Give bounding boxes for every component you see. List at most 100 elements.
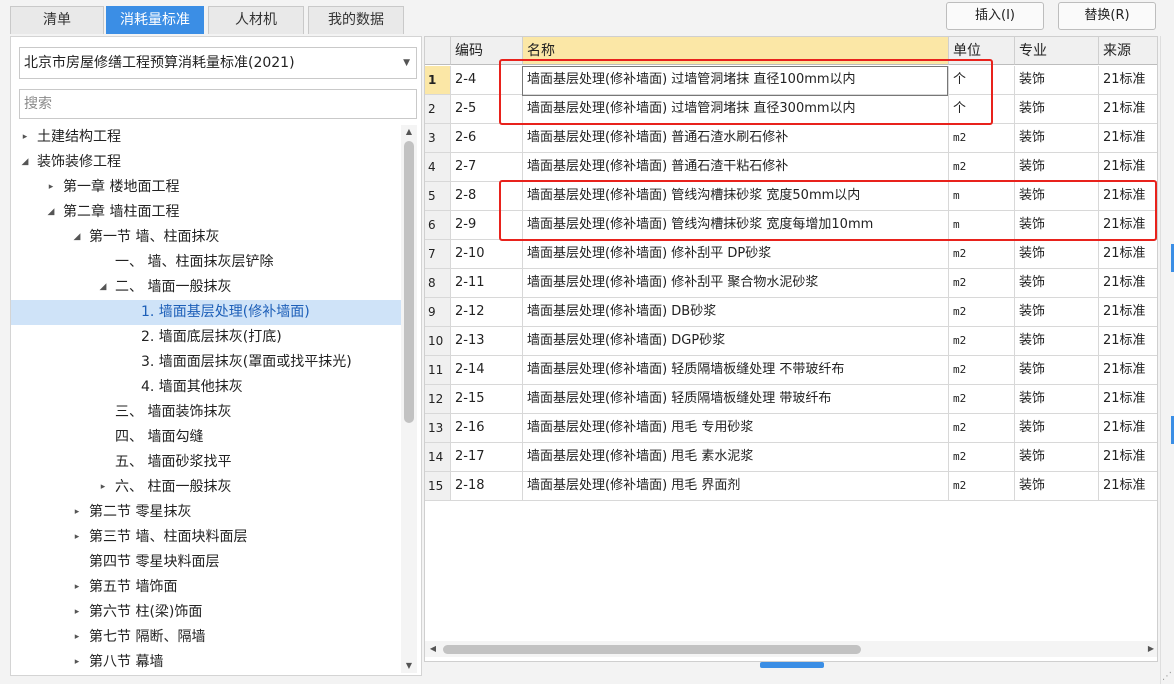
tree-node[interactable]: 四、 墙面勾缝 xyxy=(11,425,401,450)
row-number[interactable]: 8 xyxy=(425,269,451,298)
expanded-arrow-icon[interactable]: ◢ xyxy=(97,275,109,300)
row-number[interactable]: 1 xyxy=(425,66,451,95)
row-number[interactable]: 7 xyxy=(425,240,451,269)
source-cell[interactable]: 21标准 xyxy=(1099,327,1157,356)
code-cell[interactable]: 2-14 xyxy=(451,356,523,385)
name-cell[interactable]: 墙面基层处理(修补墙面) 轻质隔墙板缝处理 带玻纤布 xyxy=(523,385,949,414)
major-cell[interactable]: 装饰 xyxy=(1015,443,1099,472)
major-cell[interactable]: 装饰 xyxy=(1015,95,1099,124)
name-cell[interactable]: 墙面基层处理(修补墙面) 修补刮平 聚合物水泥砂浆 xyxy=(523,269,949,298)
tree-node[interactable]: 1. 墙面基层处理(修补墙面) xyxy=(11,300,401,325)
tree-node[interactable]: ◢ 第二章 墙柱面工程 xyxy=(11,200,401,225)
code-cell[interactable]: 2-10 xyxy=(451,240,523,269)
search-input[interactable] xyxy=(19,89,417,119)
name-cell[interactable]: 墙面基层处理(修补墙面) 修补刮平 DP砂浆 xyxy=(523,240,949,269)
row-number[interactable]: 3 xyxy=(425,124,451,153)
expanded-arrow-icon[interactable]: ◢ xyxy=(71,225,83,250)
header-row-number[interactable] xyxy=(425,37,451,65)
tree-node[interactable]: 三、 墙面装饰抹灰 xyxy=(11,400,401,425)
source-cell[interactable]: 21标准 xyxy=(1099,269,1157,298)
tab-list[interactable]: 清单 xyxy=(10,6,104,34)
expanded-arrow-icon[interactable]: ◢ xyxy=(19,150,31,175)
row-number[interactable]: 11 xyxy=(425,356,451,385)
chevron-down-icon[interactable]: ▼ xyxy=(403,48,410,78)
tab-consumption-standard[interactable]: 消耗量标准 xyxy=(106,6,204,34)
unit-cell[interactable]: m2 xyxy=(949,240,1015,269)
replace-button[interactable]: 替换(R) xyxy=(1058,2,1156,30)
expanded-arrow-icon[interactable]: ◢ xyxy=(45,200,57,225)
unit-cell[interactable]: m2 xyxy=(949,269,1015,298)
tree-node[interactable]: ▸ 第八节 幕墙 xyxy=(11,650,401,673)
scroll-left-icon[interactable]: ◀ xyxy=(425,641,441,657)
major-cell[interactable]: 装饰 xyxy=(1015,124,1099,153)
major-cell[interactable]: 装饰 xyxy=(1015,269,1099,298)
tree-node[interactable]: ▸ 土建结构工程 xyxy=(11,125,401,150)
row-number[interactable]: 13 xyxy=(425,414,451,443)
name-cell[interactable]: 墙面基层处理(修补墙面) 普通石渣水刷石修补 xyxy=(523,124,949,153)
major-cell[interactable]: 装饰 xyxy=(1015,153,1099,182)
unit-cell[interactable]: m2 xyxy=(949,153,1015,182)
code-cell[interactable]: 2-12 xyxy=(451,298,523,327)
panel-splitter-handle[interactable] xyxy=(760,662,824,668)
tree-node[interactable]: ▸ 第五节 墙饰面 xyxy=(11,575,401,600)
tree-scrollbar-thumb[interactable] xyxy=(404,141,414,423)
tree-node[interactable]: ◢ 装饰装修工程 xyxy=(11,150,401,175)
tree-node[interactable]: ▸ 六、 柱面一般抹灰 xyxy=(11,475,401,500)
code-cell[interactable]: 2-7 xyxy=(451,153,523,182)
row-number[interactable]: 12 xyxy=(425,385,451,414)
tree-node[interactable]: 3. 墙面面层抹灰(罩面或找平抹光) xyxy=(11,350,401,375)
header-source[interactable]: 来源 xyxy=(1099,37,1157,65)
unit-cell[interactable]: m2 xyxy=(949,414,1015,443)
insert-button[interactable]: 插入(I) xyxy=(946,2,1044,30)
collapsed-arrow-icon[interactable]: ▸ xyxy=(71,525,83,550)
source-cell[interactable]: 21标准 xyxy=(1099,356,1157,385)
code-cell[interactable]: 2-16 xyxy=(451,414,523,443)
tree-node[interactable]: 一、 墙、柱面抹灰层铲除 xyxy=(11,250,401,275)
source-cell[interactable]: 21标准 xyxy=(1099,298,1157,327)
row-number[interactable]: 2 xyxy=(425,95,451,124)
source-cell[interactable]: 21标准 xyxy=(1099,66,1157,95)
collapsed-arrow-icon[interactable]: ▸ xyxy=(71,625,83,650)
tree-node[interactable]: ▸ 第一章 楼地面工程 xyxy=(11,175,401,200)
major-cell[interactable]: 装饰 xyxy=(1015,356,1099,385)
unit-cell[interactable]: m2 xyxy=(949,356,1015,385)
tree-node[interactable]: ◢ 二、 墙面一般抹灰 xyxy=(11,275,401,300)
name-cell[interactable]: 墙面基层处理(修补墙面) 甩毛 素水泥浆 xyxy=(523,443,949,472)
code-cell[interactable]: 2-15 xyxy=(451,385,523,414)
collapsed-arrow-icon[interactable]: ▸ xyxy=(71,500,83,525)
standard-select[interactable]: 北京市房屋修缮工程预算消耗量标准(2021) ▼ xyxy=(19,47,417,79)
row-number[interactable]: 14 xyxy=(425,443,451,472)
major-cell[interactable]: 装饰 xyxy=(1015,472,1099,501)
name-cell[interactable]: 墙面基层处理(修补墙面) DB砂浆 xyxy=(523,298,949,327)
row-number[interactable]: 4 xyxy=(425,153,451,182)
source-cell[interactable]: 21标准 xyxy=(1099,124,1157,153)
row-number[interactable]: 15 xyxy=(425,472,451,501)
source-cell[interactable]: 21标准 xyxy=(1099,95,1157,124)
code-cell[interactable]: 2-17 xyxy=(451,443,523,472)
tab-my-data[interactable]: 我的数据 xyxy=(308,6,404,34)
collapsed-arrow-icon[interactable]: ▸ xyxy=(45,175,57,200)
major-cell[interactable]: 装饰 xyxy=(1015,298,1099,327)
tree-node[interactable]: ▸ 第二节 零星抹灰 xyxy=(11,500,401,525)
tab-labor-material-machine[interactable]: 人材机 xyxy=(208,6,304,34)
name-cell[interactable]: 墙面基层处理(修补墙面) 轻质隔墙板缝处理 不带玻纤布 xyxy=(523,356,949,385)
code-cell[interactable]: 2-13 xyxy=(451,327,523,356)
unit-cell[interactable]: m2 xyxy=(949,385,1015,414)
table-hscrollbar[interactable]: ◀ ▶ xyxy=(425,641,1157,657)
tree-node[interactable]: 第四节 零星块料面层 xyxy=(11,550,401,575)
code-cell[interactable]: 2-18 xyxy=(451,472,523,501)
scroll-up-icon[interactable]: ▲ xyxy=(401,125,417,139)
source-cell[interactable]: 21标准 xyxy=(1099,414,1157,443)
collapsed-arrow-icon[interactable]: ▸ xyxy=(71,650,83,673)
collapsed-arrow-icon[interactable]: ▸ xyxy=(19,125,31,150)
name-cell[interactable]: 墙面基层处理(修补墙面) 甩毛 专用砂浆 xyxy=(523,414,949,443)
source-cell[interactable]: 21标准 xyxy=(1099,472,1157,501)
major-cell[interactable]: 装饰 xyxy=(1015,240,1099,269)
row-number[interactable]: 5 xyxy=(425,182,451,211)
header-major[interactable]: 专业 xyxy=(1015,37,1099,65)
unit-cell[interactable]: m2 xyxy=(949,298,1015,327)
collapsed-arrow-icon[interactable]: ▸ xyxy=(71,600,83,625)
scroll-down-icon[interactable]: ▼ xyxy=(401,659,417,673)
name-cell[interactable]: 墙面基层处理(修补墙面) DGP砂浆 xyxy=(523,327,949,356)
row-number[interactable]: 10 xyxy=(425,327,451,356)
